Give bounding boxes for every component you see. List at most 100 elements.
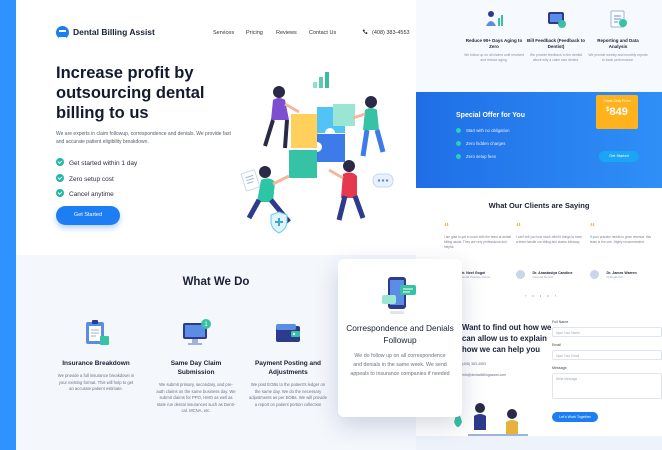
name-input[interactable]: Input Your Name <box>552 327 662 337</box>
chat-bubble-icon <box>372 173 394 188</box>
clipboard-icon <box>86 320 109 345</box>
avatar <box>516 270 525 280</box>
wallet-icon <box>276 324 300 342</box>
feature-title: Bill Feedback (Feedback to Dentist) <box>526 38 586 49</box>
hero-check-item: Cancel anytime <box>56 189 114 198</box>
price-value: $849 <box>606 106 628 118</box>
background-stripe <box>0 0 16 450</box>
service-card[interactable]: Insurance Breakdown We provide a full in… <box>56 318 136 393</box>
service-card[interactable]: Payment Posting and Adjustments We post … <box>248 318 328 408</box>
bullet-icon <box>456 154 461 159</box>
feature-title: Reporting and Data Analysis <box>597 38 639 49</box>
review-text: I can't tell you how much relief it brin… <box>516 235 582 244</box>
hero-check-item: Get started within 1 day <box>56 158 137 167</box>
service-title: Payment Posting and Adjustments <box>254 360 322 376</box>
quote-icon: “ <box>590 222 595 233</box>
pager-dot[interactable]: • <box>540 293 541 298</box>
contact-form: Full Name Input Your Name Email Input Yo… <box>552 320 662 405</box>
get-started-button[interactable]: Get Started <box>56 206 120 225</box>
review-card: “ If your practice needs to grow revenue… <box>590 222 658 284</box>
name-label: Full Name <box>552 320 569 324</box>
bar-chart-icon <box>313 72 329 88</box>
phone-icon <box>362 29 368 34</box>
hero-illustration <box>240 72 394 234</box>
feature-item: Reporting and Data Analysis We provide w… <box>588 8 648 63</box>
feature-item: Bill Feedback (Feedback to Dentist) We p… <box>526 8 586 63</box>
feature-title: Reduce 90+ Days Aging to Zero <box>465 38 523 49</box>
report-icon <box>610 10 627 28</box>
nav-phone-number: (408) 383-4553 <box>372 30 410 36</box>
check-icon <box>56 174 64 182</box>
avatar <box>590 270 599 280</box>
shield-icon <box>270 211 288 234</box>
message-input[interactable]: Write Message <box>552 373 662 399</box>
document-icon <box>240 169 261 192</box>
person-illustration <box>328 160 366 221</box>
reviewer: Dr. Anastasiya Caroline General Dentist <box>516 266 584 284</box>
featured-service-title: Correspondence and Denials Followup <box>346 323 454 345</box>
check-icon <box>56 158 64 166</box>
feature-description: We provide weekly and monthly reports to… <box>588 53 648 62</box>
hero-description: We are experts in claim followup, corres… <box>56 131 231 145</box>
reviewer: Dr. James Warren Orthodontist <box>590 266 658 284</box>
quote-icon: “ <box>516 222 521 233</box>
nav-services[interactable]: Services <box>213 30 234 36</box>
check-icon <box>56 189 64 197</box>
offer-title: Special Offer for You <box>456 112 525 119</box>
contact-phone[interactable]: (408) 383-4553 <box>462 362 486 366</box>
feedback-icon <box>548 12 566 28</box>
hero-check-item: Zero setup cost <box>56 174 114 183</box>
service-description: We submit primary, secondary, and pre-au… <box>156 382 236 413</box>
pager-dot[interactable]: • <box>532 293 533 298</box>
review-card: “ I can't tell you how much relief it br… <box>516 222 584 284</box>
service-title: Same Day Claim Submission <box>170 360 222 376</box>
bullet-icon <box>456 128 461 133</box>
service-description: We post EOBs to the patient's ledger on … <box>249 382 327 407</box>
clients-title: What Our Clients are Saying <box>488 201 590 210</box>
price-label: Starts Only From <box>603 99 631 103</box>
contact-heading: Want to find out how we can allow us to … <box>462 323 552 354</box>
hero-title: Increase profit by outsourcing dental bi… <box>56 64 205 122</box>
service-card[interactable]: 1 Same Day Claim Submission We submit pr… <box>156 318 236 415</box>
review-pager: ‹ • • • › <box>522 293 559 298</box>
reviewer-role: Orthodontist <box>606 274 623 279</box>
offer-item: Start with no obligation <box>456 128 509 133</box>
offer-get-started-button[interactable]: Get Started <box>599 151 639 162</box>
brand-name[interactable]: Dental Billing Assist <box>73 27 155 37</box>
reviewer-role: Dental Practice Owner <box>460 274 491 279</box>
email-input[interactable]: Input Your Email <box>552 350 662 360</box>
featured-service-card[interactable]: Correspondence and Denials Followup We d… <box>338 259 462 417</box>
review-text: If your practice needs to grow revenue, … <box>590 235 651 244</box>
top-nav: Dental Billing Assist Services Pricing R… <box>16 0 416 62</box>
service-description: We provide a full insurance breakdown in… <box>57 373 135 391</box>
nav-pricing[interactable]: Pricing <box>246 30 263 36</box>
nav-reviews[interactable]: Reviews <box>276 30 297 36</box>
service-title: Insurance Breakdown <box>62 360 130 367</box>
featured-service-description: We do follow up on all correspondence an… <box>350 353 450 377</box>
reviewer-role: General Dentist <box>532 274 554 279</box>
feature-description: We follow up on all claims until resolve… <box>464 53 524 62</box>
email-label: Email <box>552 343 561 347</box>
chevron-right-icon[interactable]: › <box>555 293 556 298</box>
person-chart-icon <box>486 11 503 26</box>
chevron-left-icon[interactable]: ‹ <box>525 293 526 298</box>
nav-phone[interactable]: (408) 383-4553 <box>362 29 410 36</box>
feature-item: Reduce 90+ Days Aging to Zero We follow … <box>464 8 524 63</box>
bullet-icon <box>456 141 461 146</box>
footer-strip <box>416 436 662 450</box>
offer-item: Zero hidden charges <box>456 141 505 146</box>
review-text: I am glad to get in touch with the team … <box>444 235 511 249</box>
price-tag: Starts Only From $849 <box>596 95 638 129</box>
monitor-icon: 1 <box>183 319 211 345</box>
quote-icon: “ <box>444 222 449 233</box>
logo-icon[interactable] <box>56 26 69 39</box>
message-label: Message <box>552 366 567 370</box>
feature-description: We provide feedback to the dentist about… <box>529 53 583 62</box>
contact-email[interactable]: info@dentalbillingassist.com <box>462 373 506 377</box>
nav-contact[interactable]: Contact Us <box>309 30 336 36</box>
lets-work-together-button[interactable]: Let's Work Together <box>552 412 598 422</box>
pager-dot[interactable]: • <box>547 293 548 298</box>
person-illustration <box>352 96 386 157</box>
phone-chat-icon <box>382 277 416 314</box>
offer-item: Zero setup fees <box>456 154 496 159</box>
